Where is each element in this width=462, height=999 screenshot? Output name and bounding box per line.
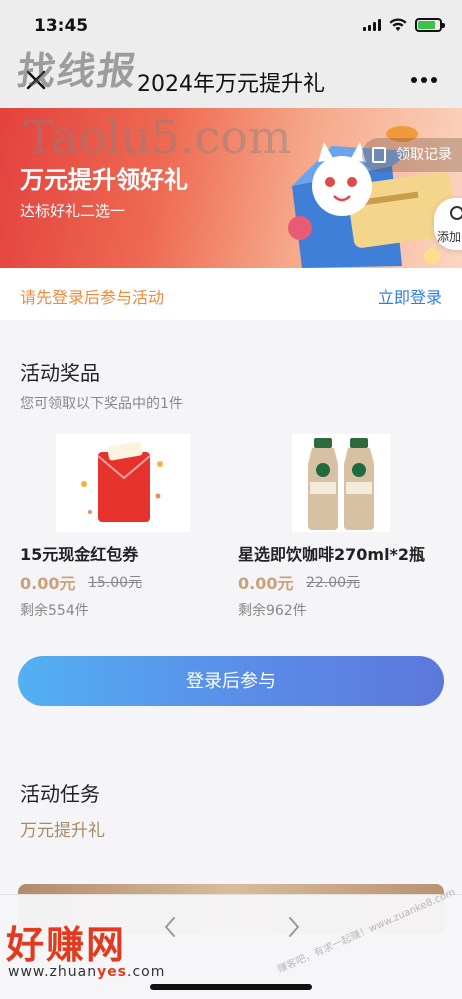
watermark-text: 找线报 bbox=[14, 49, 141, 93]
site-logo: 好赚网 bbox=[6, 923, 127, 967]
add-button[interactable]: 添加 bbox=[434, 198, 462, 250]
prizes-section-title: 活动奖品 bbox=[20, 361, 100, 385]
tasks-section-subtitle: 万元提升礼 bbox=[20, 821, 105, 841]
coffee-prize-image[interactable] bbox=[292, 434, 390, 532]
wifi-icon bbox=[389, 18, 407, 31]
coffee-bottles-icon bbox=[308, 438, 374, 530]
red-envelope-icon bbox=[81, 441, 163, 522]
prize-name: 星选即饮咖啡270ml*2瓶 bbox=[238, 545, 426, 564]
status-time: 13:45 bbox=[34, 16, 89, 36]
login-strip: 请先登录后参与活动 立即登录 bbox=[0, 268, 462, 320]
prizes-section-subtitle: 您可领取以下奖品中的1件 bbox=[20, 396, 183, 412]
back-arrow-icon[interactable] bbox=[158, 915, 182, 939]
forward-arrow-icon[interactable] bbox=[282, 915, 306, 939]
battery-icon bbox=[415, 18, 445, 32]
cellular-signal-icon bbox=[363, 19, 381, 31]
add-label: 添加 bbox=[437, 230, 462, 244]
prize-stock: 剩余962件 bbox=[238, 603, 307, 619]
prize-price: 0.00元 bbox=[20, 574, 76, 593]
red-envelope-prize-image[interactable] bbox=[56, 434, 190, 532]
claim-record-label: 领取记录 bbox=[396, 147, 452, 163]
prize-price: 0.00元 bbox=[238, 574, 294, 593]
login-to-participate-button[interactable]: 登录后参与 bbox=[18, 656, 444, 706]
claim-record-button[interactable]: 领取记录 bbox=[362, 138, 462, 172]
login-now-link[interactable]: 立即登录 bbox=[378, 284, 442, 308]
clock-add-icon bbox=[450, 206, 462, 220]
prize-original-price: 22.00元 bbox=[306, 575, 361, 591]
more-options-icon[interactable] bbox=[408, 64, 440, 96]
prize-original-price: 15.00元 bbox=[88, 575, 143, 591]
watermark-url: Taolu5.com bbox=[24, 110, 292, 164]
site-url: www.zhuanyes.com bbox=[8, 964, 166, 980]
login-prompt: 请先登录后参与活动 bbox=[20, 288, 165, 307]
receipt-icon bbox=[372, 147, 386, 163]
banner-title: 万元提升领好礼 bbox=[20, 166, 188, 194]
prize-name: 15元现金红包券 bbox=[20, 545, 139, 564]
banner-subtitle: 达标好礼二选一 bbox=[20, 202, 126, 220]
status-icons bbox=[363, 18, 445, 32]
tasks-section-title: 活动任务 bbox=[20, 782, 100, 806]
home-indicator bbox=[150, 984, 312, 990]
prize-stock: 剩余554件 bbox=[20, 603, 89, 619]
